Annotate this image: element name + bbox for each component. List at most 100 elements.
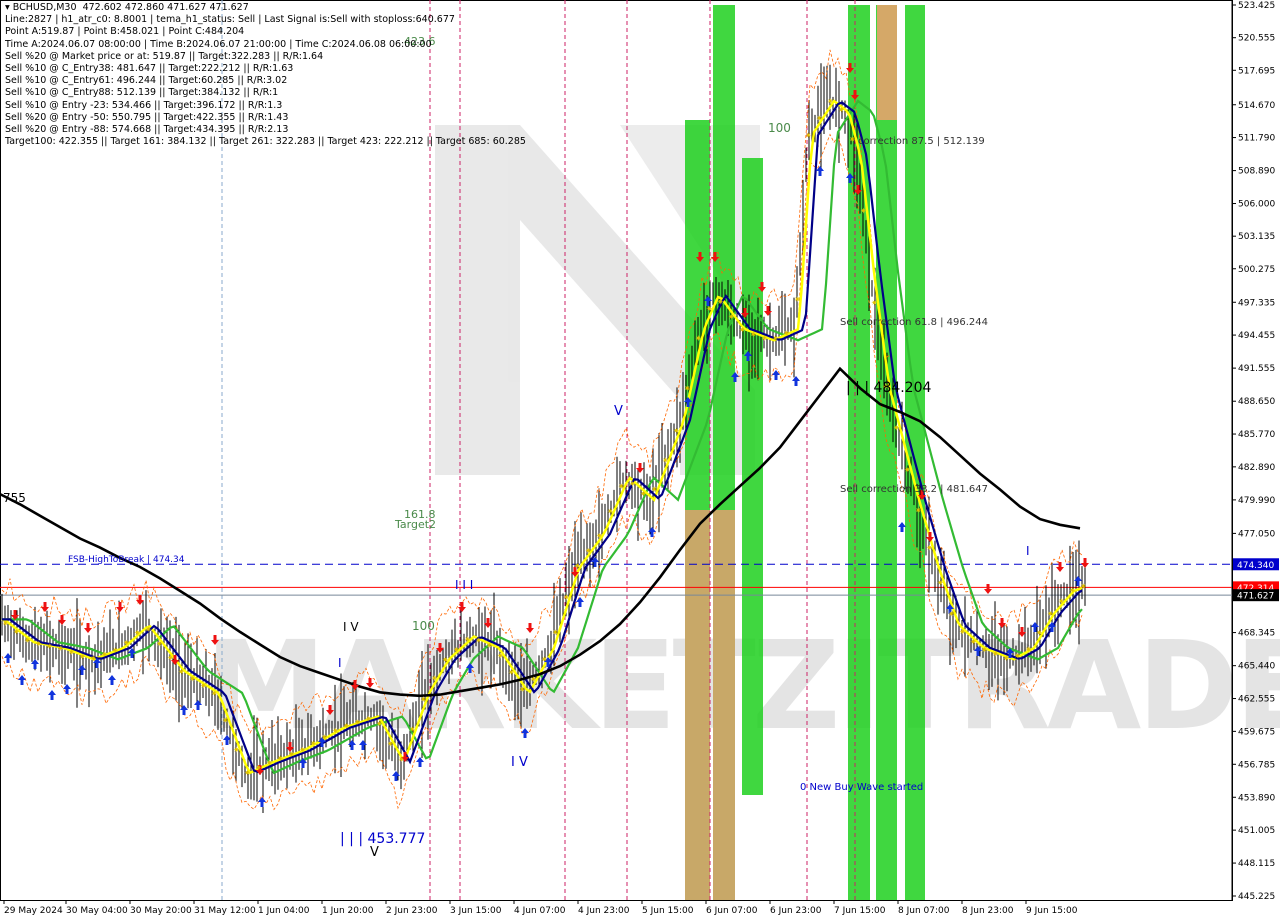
star-marker: ✷ <box>970 638 977 647</box>
signal-zone-bar <box>713 510 735 900</box>
star-marker: ✷ <box>926 544 933 553</box>
star-marker: ✷ <box>266 758 273 767</box>
info-line: Sell %10 @ C_Entry61: 496.244 || Target:… <box>5 75 288 87</box>
chart-annotation: FSB-HighToBreak | 474.34 <box>68 555 185 565</box>
star-marker: ✷ <box>662 456 669 465</box>
chart-annotation: I V <box>343 620 359 634</box>
star-marker: ✷ <box>1003 654 1010 663</box>
star-marker: ✷ <box>717 298 724 307</box>
chart-annotation: Target2 <box>394 518 436 531</box>
star-marker: ✷ <box>519 685 526 694</box>
star-marker: ✷ <box>860 207 867 216</box>
star-marker: ✷ <box>398 755 405 764</box>
y-tick-label: 511.790 <box>1238 134 1275 144</box>
y-tick-label: 506.000 <box>1238 200 1275 210</box>
buy-arrow-icon <box>63 684 71 694</box>
star-marker: ✷ <box>167 654 174 663</box>
x-tick-label: 6 Jun 07:00 <box>706 906 758 916</box>
star-marker: ✷ <box>13 628 20 637</box>
star-marker: ✷ <box>1014 651 1021 660</box>
info-line: Sell %10 @ C_Entry88: 512.139 || Target:… <box>5 87 279 99</box>
signal-zone-bar <box>685 510 710 900</box>
star-marker: ✷ <box>497 651 504 660</box>
star-marker: ✷ <box>596 531 603 540</box>
info-line: Target100: 422.355 || Target 161: 384.13… <box>5 136 526 148</box>
y-tick-label: 482.890 <box>1238 463 1275 473</box>
sell-arrow-icon <box>984 584 992 594</box>
x-tick-label: 29 May 2024 <box>4 906 63 916</box>
sell-arrow-icon <box>458 602 466 612</box>
x-tick-label: 2 Jun 23:00 <box>386 906 438 916</box>
star-marker: ✷ <box>607 507 614 516</box>
star-marker: ✷ <box>112 646 119 655</box>
chart-annotation: | | | 453.777 <box>340 831 425 847</box>
buy-arrow-icon <box>816 166 824 176</box>
star-marker: ✷ <box>783 329 790 338</box>
star-marker: ✷ <box>332 727 339 736</box>
x-tick-label: 9 Jun 15:00 <box>1026 906 1078 916</box>
star-marker: ✷ <box>420 695 427 704</box>
y-tick-label: 479.990 <box>1238 496 1275 506</box>
star-marker: ✷ <box>761 334 768 343</box>
buy-arrow-icon <box>108 675 116 685</box>
star-marker: ✷ <box>574 561 581 570</box>
info-line: Sell %20 @ Market price or at: 519.87 ||… <box>5 50 324 62</box>
star-marker: ✷ <box>948 610 955 619</box>
star-marker: ✷ <box>728 313 735 322</box>
star-marker: ✷ <box>101 650 108 659</box>
buy-arrow-icon <box>194 700 202 710</box>
star-marker: ✷ <box>541 655 548 664</box>
info-line: Point A:519.87 | Point B:458.021 | Point… <box>5 26 245 38</box>
y-tick-label: 491.555 <box>1238 364 1275 374</box>
x-tick-label: 5 Jun 15:00 <box>642 906 694 916</box>
info-line: Line:2827 | h1_atr_c0: 8.8001 | tema_h1_… <box>5 14 455 26</box>
star-marker: ✷ <box>145 625 152 634</box>
y-tick-label: 448.115 <box>1238 859 1275 869</box>
star-marker: ✷ <box>299 745 306 754</box>
sell-arrow-icon <box>41 602 49 612</box>
chart-annotation: I <box>338 656 342 670</box>
y-tick-label: 488.650 <box>1238 397 1275 407</box>
y-tick-label: 514.670 <box>1238 101 1275 111</box>
star-marker: ✷ <box>288 750 295 759</box>
y-tick-label: 453.890 <box>1238 793 1275 803</box>
x-tick-label: 8 Jun 23:00 <box>962 906 1014 916</box>
y-tick-label: 459.675 <box>1238 727 1275 737</box>
star-marker: ✷ <box>1025 645 1032 654</box>
y-tick-label: 477.050 <box>1238 529 1275 539</box>
star-marker: ✷ <box>915 506 922 515</box>
star-marker: ✷ <box>1047 610 1054 619</box>
price-tag-label: 474.340 <box>1237 561 1274 571</box>
ohlc-label: 472.602 472.860 471.627 471.627 <box>82 2 249 13</box>
star-marker: ✷ <box>816 114 823 123</box>
watermark-logo <box>435 125 760 475</box>
info-line: Sell %20 @ Entry -88: 574.668 || Target:… <box>5 123 289 135</box>
star-marker: ✷ <box>893 424 900 433</box>
buy-arrow-icon <box>576 597 584 607</box>
x-tick-label: 7 Jun 15:00 <box>834 906 886 916</box>
x-tick-label: 30 May 04:00 <box>66 906 128 916</box>
star-marker: ✷ <box>354 718 361 727</box>
star-marker: ✷ <box>871 298 878 307</box>
star-marker: ✷ <box>706 304 713 313</box>
y-tick-label: 497.335 <box>1238 298 1275 308</box>
info-line: Sell %10 @ Entry -23: 534.466 || Target:… <box>5 99 283 111</box>
star-marker: ✷ <box>585 546 592 555</box>
x-tick-label: 6 Jun 23:00 <box>770 906 822 916</box>
chart-info-panel: ▾ BCHUSD,M30 472.602 472.860 471.627 471… <box>5 2 526 148</box>
symbol-header: ▾ BCHUSD,M30 472.602 472.860 471.627 471… <box>5 2 526 14</box>
y-tick-label: 523.425 <box>1238 1 1275 11</box>
star-marker: ✷ <box>387 740 394 749</box>
star-marker: ✷ <box>68 648 75 657</box>
star-marker: ✷ <box>343 722 350 731</box>
info-line: Time A:2024.06.07 08:00:00 | Time B:2024… <box>5 38 432 50</box>
star-marker: ✷ <box>838 105 845 114</box>
sell-arrow-icon <box>764 306 772 316</box>
star-marker: ✷ <box>310 739 317 748</box>
star-marker: ✷ <box>90 654 97 663</box>
star-marker: ✷ <box>959 627 966 636</box>
star-marker: ✷ <box>827 97 834 106</box>
star-marker: ✷ <box>629 479 636 488</box>
sell-arrow-icon <box>1056 562 1064 572</box>
star-marker: ✷ <box>695 334 702 343</box>
